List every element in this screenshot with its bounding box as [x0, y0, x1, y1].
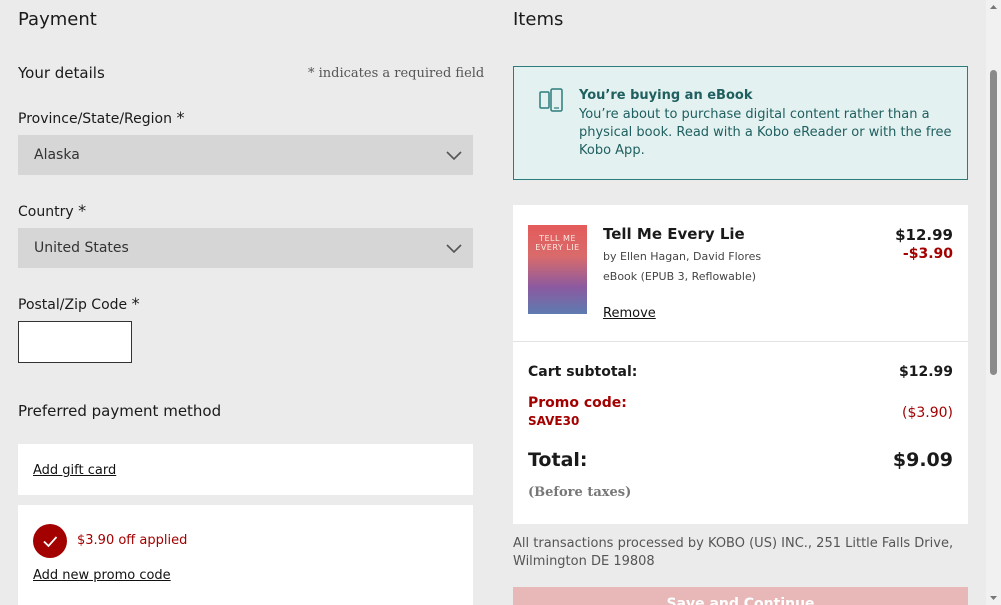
postal-label: Postal/Zip Code * — [18, 294, 140, 313]
promo-panel: $3.90 off applied Add new promo code — [18, 505, 473, 605]
total-label: Total: — [528, 449, 588, 471]
ebook-notice: You’re buying an eBook You’re about to p… — [513, 66, 968, 180]
items-heading: Items — [513, 9, 564, 30]
country-label-text: Country — [18, 204, 74, 220]
total-value: $9.09 — [892, 449, 953, 471]
book-format: eBook (EPUB 3, Reflowable) — [603, 270, 757, 283]
notice-body: You’re about to purchase digital content… — [579, 107, 952, 158]
save-and-continue-label: Save and Continue — [666, 596, 815, 605]
gift-card-panel: Add gift card — [18, 444, 473, 495]
scroll-up-arrow-icon[interactable] — [989, 3, 998, 12]
postal-code-input[interactable] — [18, 321, 132, 363]
province-value: Alaska — [34, 147, 80, 163]
transactions-note: All transactions processed by KOBO (US) … — [513, 536, 954, 569]
scrollbar[interactable] — [986, 0, 1001, 605]
save-and-continue-button[interactable]: Save and Continue — [513, 587, 968, 605]
book-discount: -$3.90 — [902, 246, 953, 262]
book-price: $12.99 — [895, 226, 953, 244]
remove-link[interactable]: Remove — [603, 306, 656, 321]
subtotal-value: $12.99 — [898, 364, 953, 380]
required-star: * — [176, 108, 185, 127]
add-promo-code-link[interactable]: Add new promo code — [33, 568, 171, 583]
notice-title: You’re buying an eBook — [579, 88, 753, 103]
device-icon — [539, 88, 563, 112]
promo-discount: ($3.90) — [901, 405, 953, 421]
before-taxes-note: (Before taxes) — [528, 485, 632, 500]
book-authors: by Ellen Hagan, David Flores — [603, 250, 762, 263]
divider — [513, 341, 968, 342]
postal-label-text: Postal/Zip Code — [18, 297, 128, 313]
province-label-text: Province/State/Region — [18, 111, 172, 127]
scrollbar-thumb[interactable] — [990, 70, 997, 375]
payment-heading: Payment — [18, 9, 97, 30]
province-label: Province/State/Region * — [18, 108, 184, 127]
required-star: * — [78, 201, 87, 220]
required-note: * indicates a required field — [308, 66, 485, 81]
check-circle-icon — [33, 524, 67, 558]
subtotal-label: Cart subtotal: — [528, 364, 638, 380]
country-label: Country * — [18, 201, 86, 220]
book-cover-image[interactable]: TELL ME EVERY LIE — [528, 225, 587, 314]
country-value: United States — [34, 240, 129, 256]
book-title[interactable]: Tell Me Every Lie — [603, 225, 745, 243]
promo-code-label: Promo code: — [528, 395, 627, 411]
country-select[interactable]: United States — [18, 228, 473, 268]
cart-panel: TELL ME EVERY LIE Tell Me Every Lie by E… — [513, 205, 968, 524]
book-cover-title: TELL ME EVERY LIE — [535, 234, 580, 252]
chevron-down-icon — [446, 244, 462, 254]
required-star: * — [131, 294, 140, 313]
promo-applied-text: $3.90 off applied — [77, 533, 188, 548]
province-select[interactable]: Alaska — [18, 135, 473, 175]
payment-method-heading: Preferred payment method — [18, 402, 222, 420]
chevron-down-icon — [446, 151, 462, 161]
promo-code-value: SAVE30 — [528, 414, 580, 428]
scroll-down-arrow-icon[interactable] — [989, 593, 998, 602]
your-details-heading: Your details — [18, 64, 105, 82]
add-gift-card-link[interactable]: Add gift card — [33, 463, 116, 478]
